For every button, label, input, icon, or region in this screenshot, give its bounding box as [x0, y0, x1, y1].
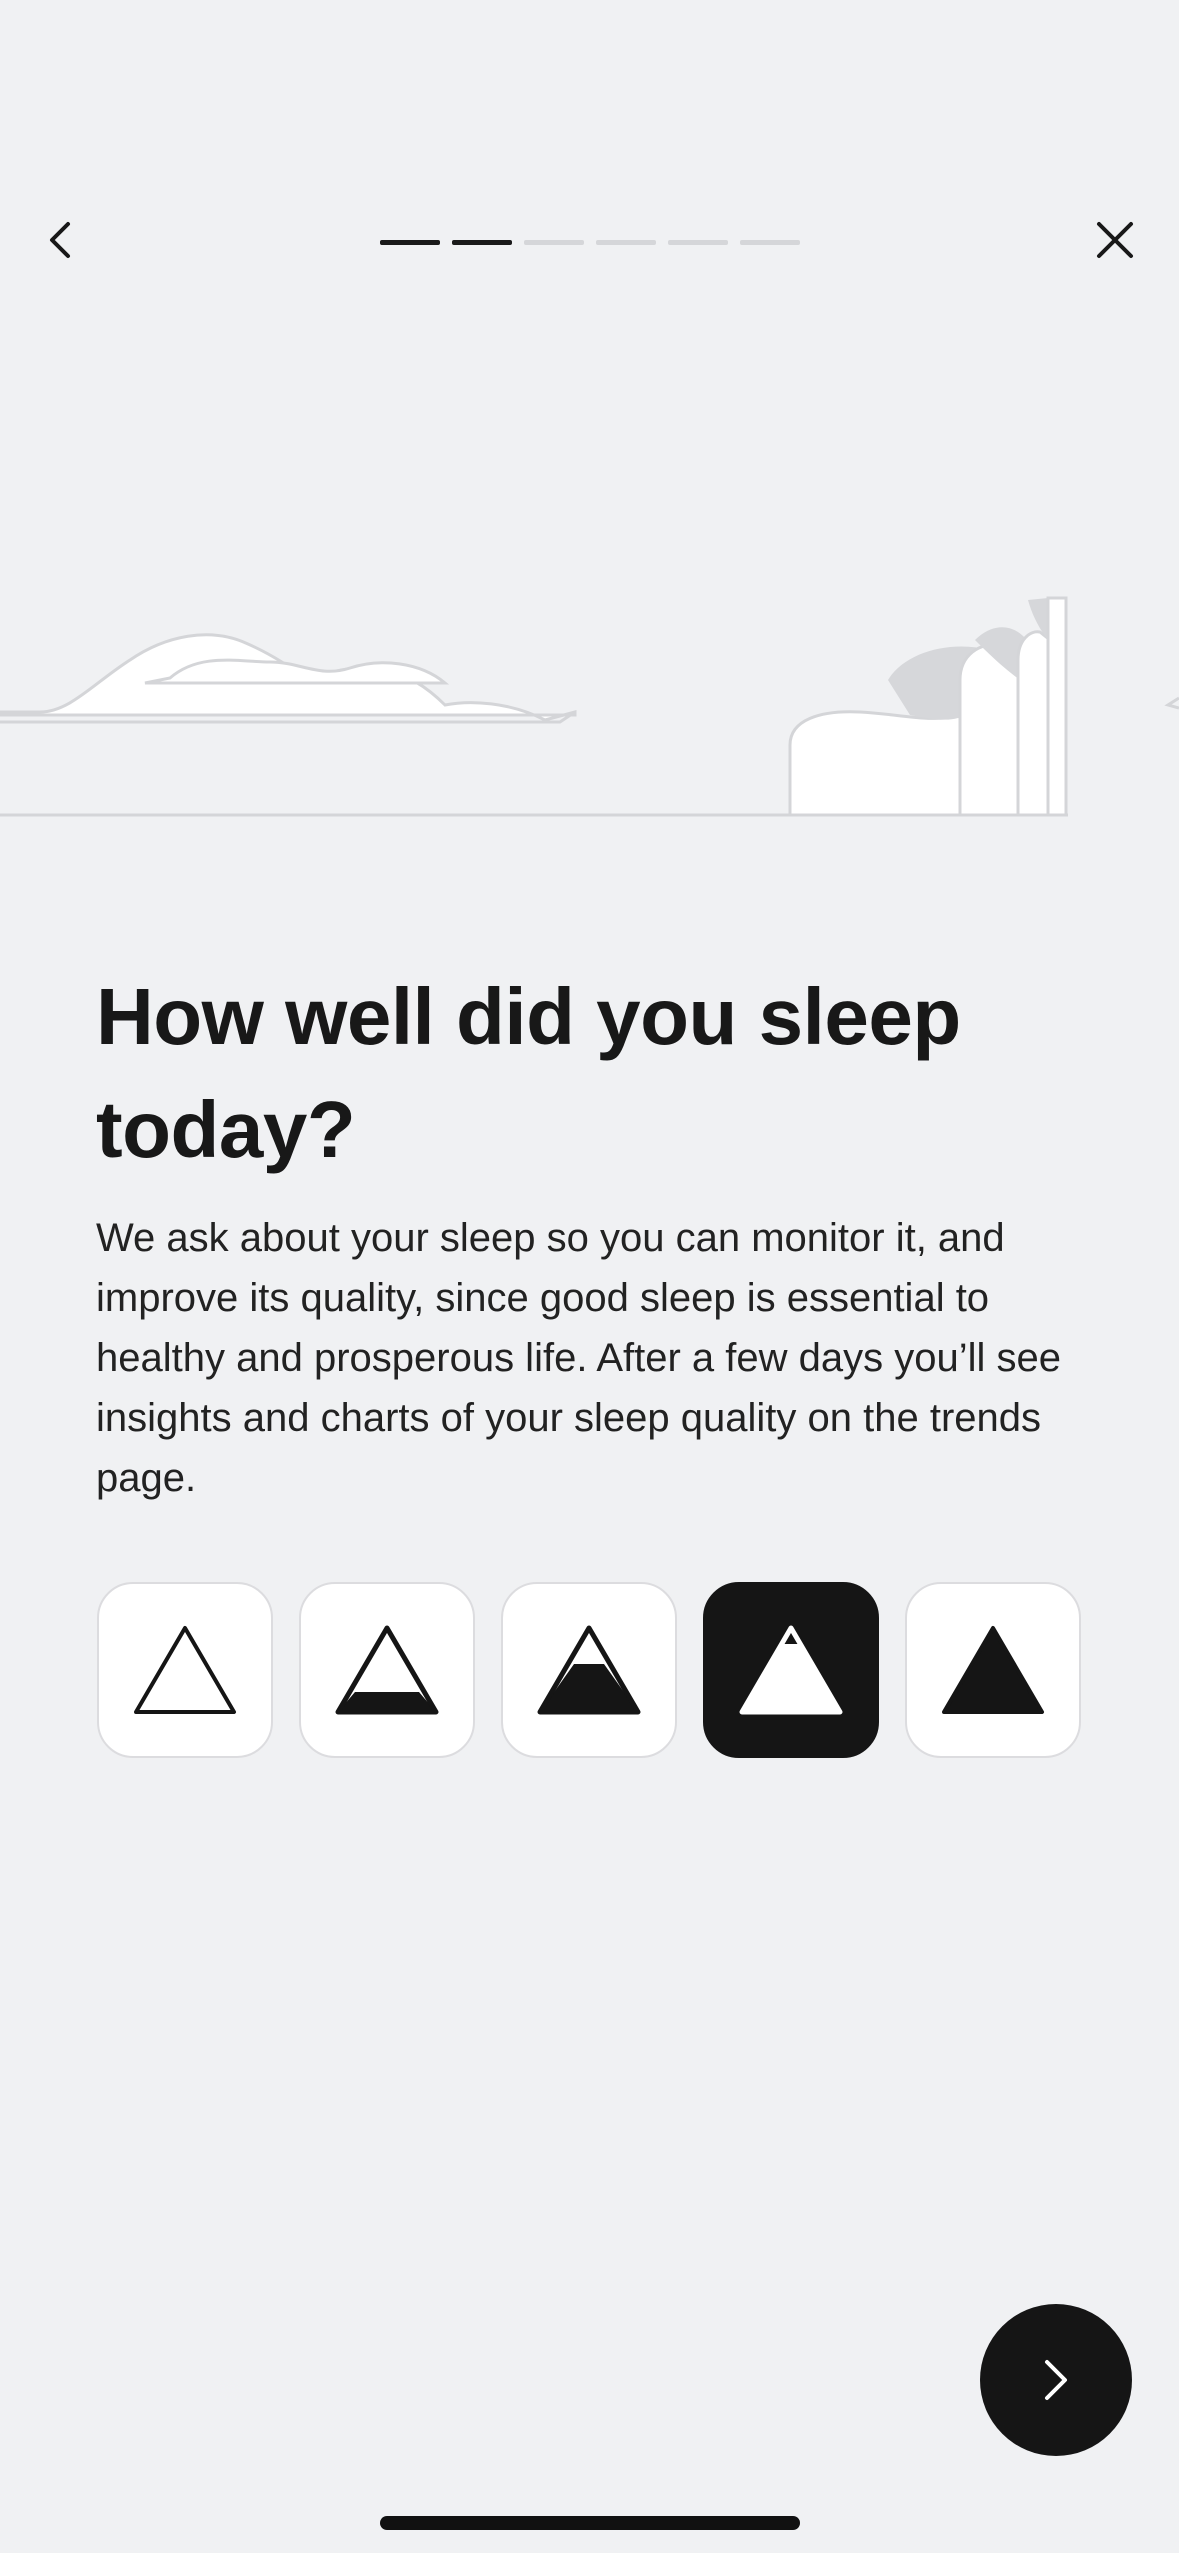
triangle-quarter-icon: [335, 1625, 439, 1715]
page-description: We ask about your sleep so you can monit…: [96, 1216, 1061, 1500]
close-button[interactable]: [1080, 205, 1150, 275]
sleep-rating-option-5[interactable]: [905, 1582, 1081, 1758]
sleep-landscape-illustration: [0, 596, 1179, 817]
progress-step-2: [452, 240, 512, 245]
progress-step-6: [740, 240, 800, 245]
page-title: How well did you sleep today?: [96, 972, 961, 1174]
progress-step-5: [668, 240, 728, 245]
back-button[interactable]: [30, 205, 90, 275]
chevron-left-icon: [50, 222, 70, 258]
triangle-half-icon: [537, 1625, 641, 1715]
progress-step-3: [524, 240, 584, 245]
progress-step-1: [380, 240, 440, 245]
triangle-full-icon: [942, 1626, 1044, 1714]
sleep-rating-option-1[interactable]: [97, 1582, 273, 1758]
close-icon: [1097, 222, 1133, 258]
chevron-right-icon: [1045, 2360, 1067, 2400]
step-progress-indicator: [380, 240, 800, 246]
sleep-rating-option-2[interactable]: [299, 1582, 475, 1758]
sleep-rating-option-4[interactable]: [703, 1582, 879, 1758]
triangle-three-quarter-icon: [739, 1625, 843, 1715]
next-button[interactable]: [980, 2304, 1132, 2456]
sleep-rating-option-3[interactable]: [501, 1582, 677, 1758]
triangle-empty-icon: [134, 1626, 236, 1714]
progress-step-4: [596, 240, 656, 245]
home-indicator: [380, 2516, 800, 2530]
